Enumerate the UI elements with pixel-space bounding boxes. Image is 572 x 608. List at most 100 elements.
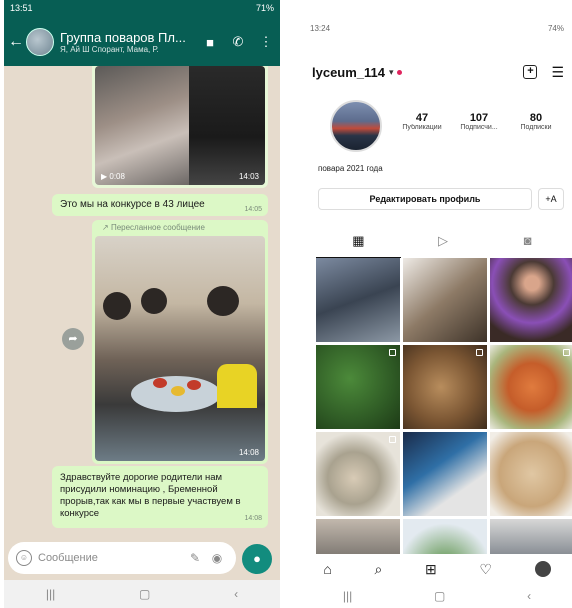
system-navbar: ||| ▢ ‹ xyxy=(4,580,280,608)
chevron-down-icon[interactable]: ▾ xyxy=(389,67,394,78)
message-time: 14:05 xyxy=(244,206,262,213)
back-nav-icon[interactable]: ‹ xyxy=(527,589,531,603)
message-time: 14:08 xyxy=(244,515,262,522)
chat-header: ← Группа поваров Пл... Я, Ай Ш Спорант, … xyxy=(4,18,280,66)
status-bar: 13:24 74% xyxy=(310,24,564,33)
multi-photo-icon xyxy=(476,349,483,356)
message-input[interactable]: ☺ Сообщение ✎ ◉ xyxy=(8,542,236,574)
top-actions: + ☰ xyxy=(523,65,564,79)
reels-icon[interactable]: ▷ xyxy=(401,230,486,258)
stat-posts[interactable]: 47 Публикации xyxy=(394,112,450,131)
group-avatar[interactable] xyxy=(26,28,54,56)
stat-label: Подписки xyxy=(520,124,552,131)
heart-icon[interactable]: ♡ xyxy=(479,561,492,578)
post-thumbnail[interactable] xyxy=(490,432,572,516)
home-button-icon[interactable]: ▢ xyxy=(139,587,150,601)
forwarded-label: ↗ Пересланное сообщение xyxy=(102,223,205,232)
multi-photo-icon xyxy=(389,436,396,443)
recent-apps-icon[interactable]: ||| xyxy=(46,587,55,601)
post-thumbnail[interactable] xyxy=(403,519,487,554)
post-thumbnail[interactable] xyxy=(316,345,400,429)
phone-icon[interactable]: ✆ xyxy=(224,34,252,50)
battery-level: 74% xyxy=(547,24,564,33)
bottom-nav: ⌂ ⌕ ⊞ ♡ xyxy=(302,556,572,582)
input-placeholder: Сообщение xyxy=(38,552,98,564)
search-icon[interactable]: ⌕ xyxy=(374,561,382,578)
video-thumbnail: ▶ 0:08 14:03 xyxy=(95,66,265,185)
add-post-icon[interactable]: + xyxy=(523,65,538,79)
menu-icon[interactable]: ☰ xyxy=(551,65,564,79)
recent-apps-icon[interactable]: ||| xyxy=(343,589,352,603)
chat-members: Я, Ай Ш Спорант, Мама, Р. xyxy=(60,45,159,54)
paperclip-icon[interactable]: ✎ xyxy=(184,551,206,565)
fruit xyxy=(153,378,167,388)
profile-stats: 47 Публикации 107 Подписчи... 80 Подписк… xyxy=(394,112,564,131)
mic-icon[interactable]: ● xyxy=(242,544,272,574)
video-message[interactable]: ▶ 0:08 14:03 xyxy=(92,66,268,188)
chat-title-box[interactable]: Группа поваров Пл... Я, Ай Ш Спорант, Ма… xyxy=(60,30,196,54)
post-thumbnail[interactable] xyxy=(316,432,400,516)
add-post-icon[interactable]: ⊞ xyxy=(425,561,437,578)
person-head xyxy=(103,292,131,320)
post-thumbnail[interactable] xyxy=(403,432,487,516)
profile-bio: повара 2021 года xyxy=(318,164,383,173)
status-time: 13:51 xyxy=(10,3,33,13)
post-thumbnail[interactable] xyxy=(316,258,400,342)
stat-value: 107 xyxy=(469,112,489,124)
edit-profile-button[interactable]: Редактировать профиль xyxy=(318,188,532,210)
post-thumbnail[interactable] xyxy=(490,345,572,429)
chat-title: Группа поваров Пл... xyxy=(60,30,186,45)
message-time: 14:03 xyxy=(238,172,259,181)
stat-label: Публикации xyxy=(402,124,442,131)
emoji-icon[interactable]: ☺ xyxy=(16,550,32,566)
profile-avatar-small[interactable] xyxy=(534,561,551,577)
fruit xyxy=(171,386,185,396)
profile-avatar[interactable] xyxy=(330,100,382,152)
message-time: 14:08 xyxy=(238,448,259,457)
image-message[interactable]: ↗ Пересланное сообщение 14:08 xyxy=(92,220,268,464)
video-icon[interactable]: ■ xyxy=(196,35,224,50)
chat-area[interactable]: ▶ 0:08 14:03 Это мы на конкурсе в 43 лиц… xyxy=(4,66,280,536)
multi-photo-icon xyxy=(563,349,570,356)
stat-label: Подписчи... xyxy=(460,124,498,131)
posts-grid xyxy=(316,258,572,554)
input-bar: ☺ Сообщение ✎ ◉ ● xyxy=(4,536,280,580)
video-duration-text: 0:08 xyxy=(109,172,125,181)
system-navbar: ||| ▢ ‹ xyxy=(302,584,572,608)
whatsapp-screen: 13:51 71% ← Группа поваров Пл... Я, Ай Ш… xyxy=(4,0,280,608)
notification-dot xyxy=(396,69,402,75)
yellow-object xyxy=(217,364,257,408)
stat-followers[interactable]: 107 Подписчи... xyxy=(451,112,507,131)
video-duration: ▶ 0:08 xyxy=(101,172,125,181)
home-button-icon[interactable]: ▢ xyxy=(434,589,445,603)
post-thumbnail[interactable] xyxy=(403,258,487,342)
post-thumbnail[interactable] xyxy=(316,519,400,554)
tagged-icon[interactable]: ◙ xyxy=(485,230,570,258)
forwarded-label-text: Пересланное сообщение xyxy=(110,223,205,232)
video-thumbnail-shade xyxy=(188,66,265,185)
photo: 14:08 xyxy=(95,236,265,461)
camera-icon[interactable]: ◉ xyxy=(206,551,228,565)
stat-value: 47 xyxy=(415,112,429,124)
profile-top-bar: lyceum_114 ▾ + ☰ xyxy=(312,62,564,82)
fruit xyxy=(187,380,201,390)
dots-vertical-icon[interactable]: ⋮ xyxy=(252,34,280,50)
forward-icon[interactable]: ➦ xyxy=(62,328,84,350)
stat-following[interactable]: 80 Подписки xyxy=(508,112,564,131)
text-message[interactable]: Здравствуйте дорогие родители нам присуд… xyxy=(52,466,268,528)
post-thumbnail[interactable] xyxy=(490,519,572,554)
add-user-icon[interactable]: +A xyxy=(538,188,564,210)
back-arrow-icon[interactable]: ← xyxy=(6,33,26,51)
home-icon[interactable]: ⌂ xyxy=(323,561,331,577)
profile-username[interactable]: lyceum_114 xyxy=(312,65,385,80)
post-thumbnail[interactable] xyxy=(490,258,572,342)
person-head xyxy=(141,288,167,314)
back-nav-icon[interactable]: ‹ xyxy=(234,587,238,601)
grid-icon[interactable]: ▦ xyxy=(316,230,401,258)
post-thumbnail[interactable] xyxy=(403,345,487,429)
text-message[interactable]: Это мы на конкурсе в 43 лицее 14:05 xyxy=(52,194,268,216)
instagram-screen: 13:24 74% lyceum_114 ▾ + ☰ 47 Публикации… xyxy=(302,0,572,608)
multi-photo-icon xyxy=(389,349,396,356)
stat-value: 80 xyxy=(529,112,543,124)
message-text: Это мы на конкурсе в 43 лицее xyxy=(60,199,205,210)
